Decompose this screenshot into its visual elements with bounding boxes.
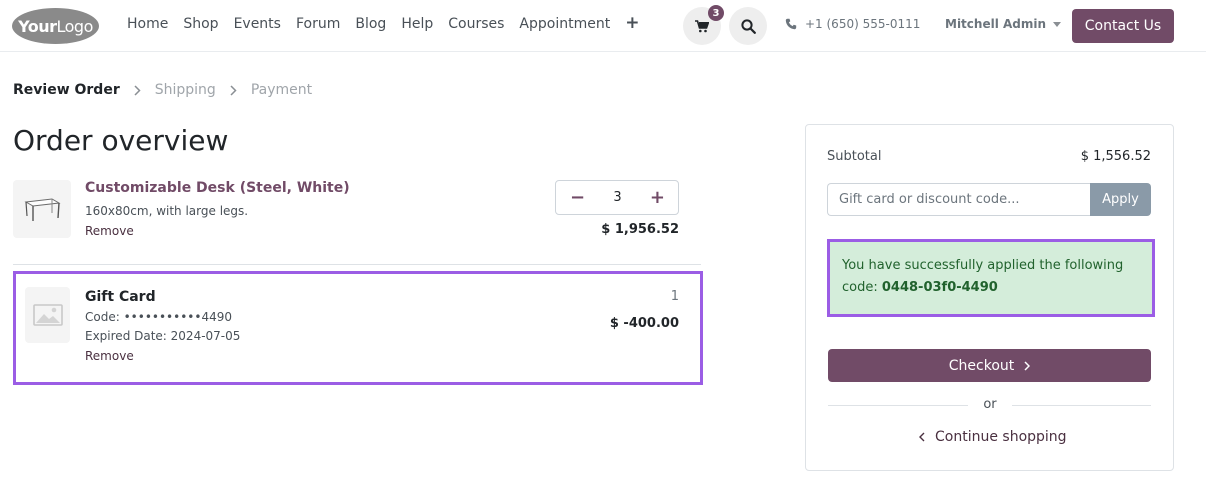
nav-home[interactable]: Home — [127, 16, 168, 32]
discount-code-input[interactable] — [827, 183, 1091, 216]
product-image-desk[interactable] — [13, 180, 71, 238]
chevron-right-icon — [134, 84, 141, 96]
plus-icon[interactable]: + — [650, 188, 665, 207]
phone-link[interactable]: +1 (650) 555-0111 — [785, 17, 920, 31]
line-price-desk: $ 1,956.52 — [601, 222, 679, 237]
remove-desk-link[interactable]: Remove — [85, 224, 134, 238]
user-name: Mitchell Admin — [945, 17, 1047, 31]
phone-number: +1 (650) 555-0111 — [805, 17, 921, 31]
gift-card-quantity: 1 — [670, 289, 679, 304]
checkout-steps: Review Order Shipping Payment — [13, 82, 312, 98]
nav-appointment[interactable]: Appointment — [519, 16, 610, 32]
contact-us-button[interactable]: Contact Us — [1072, 9, 1174, 43]
divider-right — [1012, 405, 1151, 406]
step-shipping[interactable]: Shipping — [155, 82, 216, 98]
or-separator: or — [983, 397, 997, 412]
logo-text-light: Logo — [56, 16, 94, 36]
checkout-label: Checkout — [948, 357, 1015, 374]
nav-forum[interactable]: Forum — [296, 16, 340, 32]
nav-events[interactable]: Events — [234, 16, 281, 32]
main-nav: Home Shop Events Forum Blog Help Courses… — [127, 15, 654, 33]
search-icon — [740, 18, 756, 34]
cart-count-badge: 3 — [708, 5, 724, 21]
chevron-right-icon — [230, 84, 237, 96]
subtotal-label: Subtotal — [827, 149, 882, 164]
user-menu[interactable]: Mitchell Admin — [945, 17, 1062, 31]
quantity-value[interactable]: 3 — [613, 190, 621, 205]
line-divider — [13, 264, 701, 265]
header: Your Logo Home Shop Events Forum Blog Hel… — [0, 0, 1206, 52]
product-name-gift-card: Gift Card — [85, 289, 156, 305]
chevron-right-icon — [1024, 360, 1031, 371]
image-placeholder-icon — [32, 304, 63, 326]
product-image-gift-card[interactable] — [25, 287, 70, 343]
nav-blog[interactable]: Blog — [355, 16, 386, 32]
caret-down-icon — [1053, 21, 1062, 27]
product-name-desk[interactable]: Customizable Desk (Steel, White) — [85, 180, 350, 196]
minus-icon[interactable]: − — [570, 188, 585, 207]
remove-gift-card-link[interactable]: Remove — [85, 349, 134, 363]
quantity-stepper: − 3 + — [555, 180, 679, 215]
logo-text-bold: Your — [18, 16, 57, 36]
nav-help[interactable]: Help — [401, 16, 433, 32]
step-payment[interactable]: Payment — [251, 82, 312, 98]
phone-icon — [785, 18, 797, 30]
logo[interactable]: Your Logo — [12, 8, 99, 44]
add-menu-icon[interactable]: + — [625, 15, 639, 32]
continue-shopping-link[interactable]: Continue shopping — [919, 429, 1067, 445]
line-price-gift-card: $ -400.00 — [609, 316, 679, 331]
page-title: Order overview — [13, 124, 229, 157]
cart-icon — [695, 19, 709, 32]
continue-shopping-label: Continue shopping — [935, 429, 1067, 445]
chevron-left-icon — [919, 432, 925, 442]
gift-card-expiry: Expired Date: 2024-07-05 — [85, 329, 241, 343]
product-description: 160x80cm, with large legs. — [85, 204, 249, 218]
gift-card-code: Code: •••••••••••4490 — [85, 310, 232, 324]
divider-left — [828, 405, 968, 406]
success-alert: You have successfully applied the follow… — [830, 242, 1152, 314]
applied-code: 0448-03f0-4490 — [881, 280, 998, 295]
checkout-button[interactable]: Checkout — [828, 349, 1151, 382]
search-button[interactable] — [729, 7, 767, 45]
step-review-order[interactable]: Review Order — [13, 82, 120, 98]
nav-courses[interactable]: Courses — [448, 16, 504, 32]
subtotal-value: $ 1,556.52 — [1080, 149, 1151, 164]
nav-shop[interactable]: Shop — [183, 16, 218, 32]
apply-code-button[interactable]: Apply — [1090, 183, 1151, 216]
desk-icon — [24, 198, 61, 221]
